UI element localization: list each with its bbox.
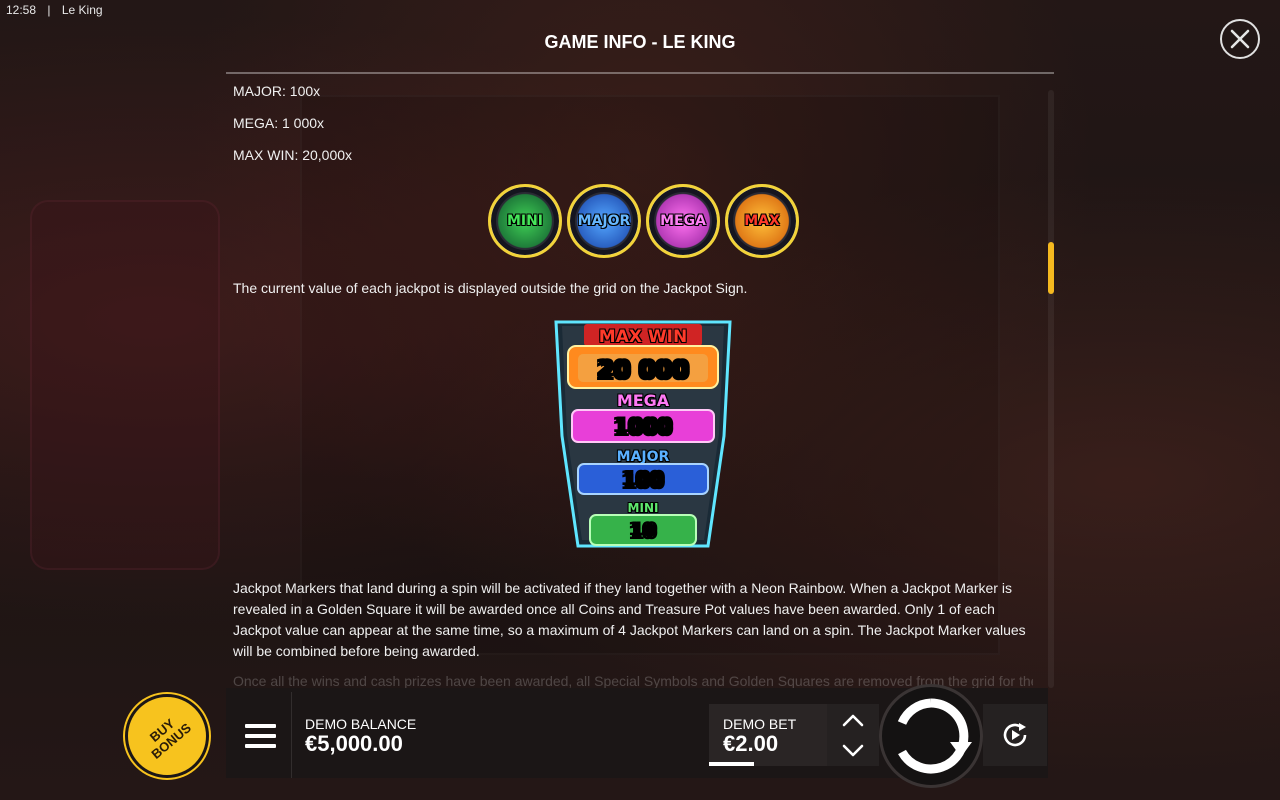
menu-bar bbox=[244, 744, 276, 748]
autoplay-icon bbox=[1003, 723, 1027, 747]
buy-bonus-button[interactable]: BUY BONUS bbox=[125, 694, 209, 778]
major-chip-icon: MAJOR bbox=[567, 184, 641, 258]
modal-divider bbox=[226, 72, 1054, 74]
sign-value-mini: 10 bbox=[630, 520, 656, 542]
max-chip-icon: MAX bbox=[725, 184, 799, 258]
bet-value: €2.00 bbox=[723, 731, 779, 756]
menu-bar bbox=[244, 734, 276, 738]
bet-increase-button[interactable] bbox=[842, 713, 864, 727]
status-bar: 12:58 | Le King bbox=[0, 0, 300, 20]
balance-label: DEMO BALANCE bbox=[305, 716, 417, 732]
hamburger-menu-icon[interactable] bbox=[232, 706, 288, 766]
sign-value-mega: 1000 bbox=[614, 415, 672, 439]
close-icon bbox=[1230, 29, 1250, 49]
status-time: 12:58 bbox=[6, 3, 37, 17]
mini-chip-icon: MINI bbox=[488, 184, 562, 258]
sign-label-mega: MEGA bbox=[617, 391, 670, 410]
jackpot-chips: MINI MAJOR MEGA MAX bbox=[488, 184, 799, 258]
spin-button[interactable] bbox=[879, 684, 983, 788]
chip-label: MINI bbox=[506, 213, 544, 229]
chevron-up-icon bbox=[842, 714, 864, 726]
spin-icon bbox=[897, 698, 972, 774]
buy-bonus-label: BUY BONUS bbox=[146, 715, 194, 762]
menu-bar bbox=[244, 724, 276, 728]
game-info-content[interactable]: MAJOR: 100x MEGA: 1 000x MAX WIN: 20,000… bbox=[226, 76, 1046, 688]
info-line-max-win: MAX WIN: 20,000x bbox=[233, 147, 353, 163]
menu-divider bbox=[291, 692, 292, 778]
bet-stepper bbox=[827, 704, 879, 766]
jackpot-markers-paragraph: Jackpot Markers that land during a spin … bbox=[233, 580, 1026, 659]
scrollbar[interactable] bbox=[1048, 90, 1054, 688]
jackpot-sign-image: MAX WIN 20 000 MEGA 1000 MAJOR 100 MINI … bbox=[554, 320, 732, 548]
jackpot-sign-description: The current value of each jackpot is dis… bbox=[233, 280, 748, 296]
chip-label: MEGA bbox=[660, 213, 706, 229]
bet-indicator bbox=[709, 762, 754, 766]
sign-value-max-win: 20 000 bbox=[597, 356, 689, 384]
autoplay-button[interactable] bbox=[983, 704, 1047, 766]
status-app-name: Le King bbox=[61, 3, 103, 17]
info-line-mega: MEGA: 1 000x bbox=[233, 115, 325, 131]
bet-display[interactable]: DEMO BET €2.00 bbox=[709, 704, 827, 766]
sign-label-max-win: MAX WIN bbox=[599, 327, 687, 347]
scroll-thumb[interactable] bbox=[1048, 242, 1054, 294]
bet-decrease-button[interactable] bbox=[842, 744, 864, 758]
modal-title: GAME INFO - LE KING bbox=[544, 32, 736, 52]
status-separator: | bbox=[47, 3, 51, 17]
chip-label: MAX bbox=[744, 213, 780, 229]
balance-value: €5,000.00 bbox=[305, 731, 403, 756]
sign-value-major: 100 bbox=[622, 468, 664, 492]
bet-label: DEMO BET bbox=[723, 716, 797, 732]
info-line-major: MAJOR: 100x bbox=[233, 83, 321, 99]
background-jackpot-sign bbox=[30, 200, 220, 570]
chip-label: MAJOR bbox=[577, 213, 631, 229]
sign-label-mini: MINI bbox=[628, 501, 659, 515]
mega-chip-icon: MEGA bbox=[646, 184, 720, 258]
chevron-down-icon bbox=[842, 744, 864, 756]
sign-label-major: MAJOR bbox=[617, 449, 670, 465]
close-button[interactable] bbox=[1220, 19, 1260, 59]
